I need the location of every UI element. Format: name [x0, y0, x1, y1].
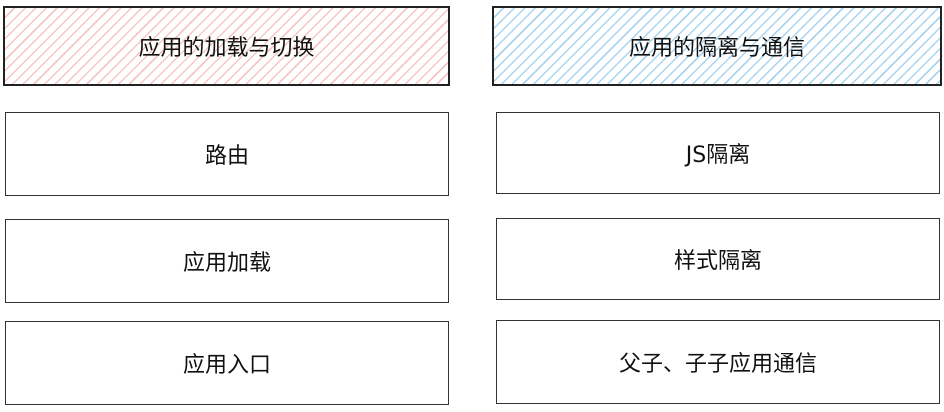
box-style-isolation-label: 样式隔离 [673, 249, 762, 274]
box-app-entry-label: 应用入口 [182, 353, 271, 378]
box-js-isolation: JS隔离 [496, 112, 940, 194]
header-app-load-switch: 应用的加载与切换 [3, 6, 450, 86]
box-routing-label: 路由 [204, 144, 249, 169]
header-app-load-switch-label: 应用的加载与切换 [138, 36, 315, 61]
box-app-loading-label: 应用加载 [182, 251, 271, 276]
header-app-isolation-communication: 应用的隔离与通信 [492, 6, 942, 86]
box-style-isolation: 样式隔离 [496, 218, 940, 300]
box-app-loading: 应用加载 [5, 219, 449, 303]
box-routing: 路由 [5, 112, 449, 196]
box-app-communication-label: 父子、子子应用通信 [618, 352, 817, 377]
box-app-communication: 父子、子子应用通信 [496, 320, 940, 404]
box-app-entry: 应用入口 [5, 321, 449, 405]
box-js-isolation-label: JS隔离 [685, 143, 751, 168]
header-app-isolation-communication-label: 应用的隔离与通信 [628, 36, 805, 61]
